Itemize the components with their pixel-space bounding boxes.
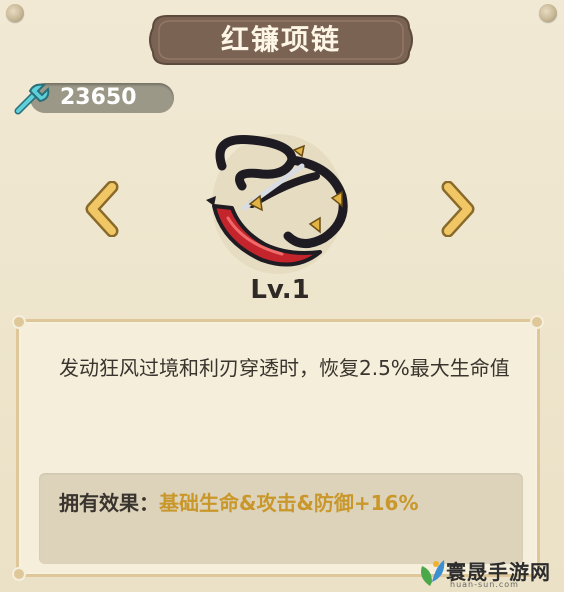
next-item-button[interactable] <box>438 181 478 237</box>
description-panel: 发动狂风过境和利刃穿透时，恢复2.5%最大生命值 拥有效果：基础生命&攻击&防御… <box>12 315 544 581</box>
effect-value: 基础生命&攻击&防御+16% <box>159 491 419 515</box>
currency-value: 23650 <box>60 85 137 110</box>
panel-corner-knob <box>530 315 544 329</box>
effect-box: 拥有效果：基础生命&攻击&防御+16% <box>39 473 523 564</box>
panel-corner-knob <box>12 567 26 581</box>
effect-label: 拥有效果： <box>59 491 159 515</box>
item-description: 发动狂风过境和利刃穿透时，恢复2.5%最大生命值 <box>59 356 510 380</box>
watermark-url: huan-sun.com <box>450 580 519 589</box>
game-panel: 红镰项链 23650 Lv.1 发动狂风过境和利刃穿透时，恢复2.5%最大生命值… <box>0 0 564 592</box>
leaf-logo-icon <box>421 560 445 586</box>
red-scythe-necklace-icon <box>206 134 348 274</box>
currency-counter: 23650 <box>12 81 174 115</box>
panel-corner-knob <box>12 315 26 329</box>
page-title: 红镰项链 <box>220 23 341 56</box>
wrench-icon <box>14 83 50 115</box>
item-level: Lv.1 <box>250 275 310 305</box>
title-banner: 红镰项链 <box>147 12 415 68</box>
site-watermark: 寰晟手游网 huan-sun.com <box>412 554 562 590</box>
rivet-top-left <box>6 4 24 22</box>
previous-item-button[interactable] <box>82 181 122 237</box>
rivet-top-right <box>539 4 557 22</box>
effect-line: 拥有效果：基础生命&攻击&防御+16% <box>59 489 419 517</box>
